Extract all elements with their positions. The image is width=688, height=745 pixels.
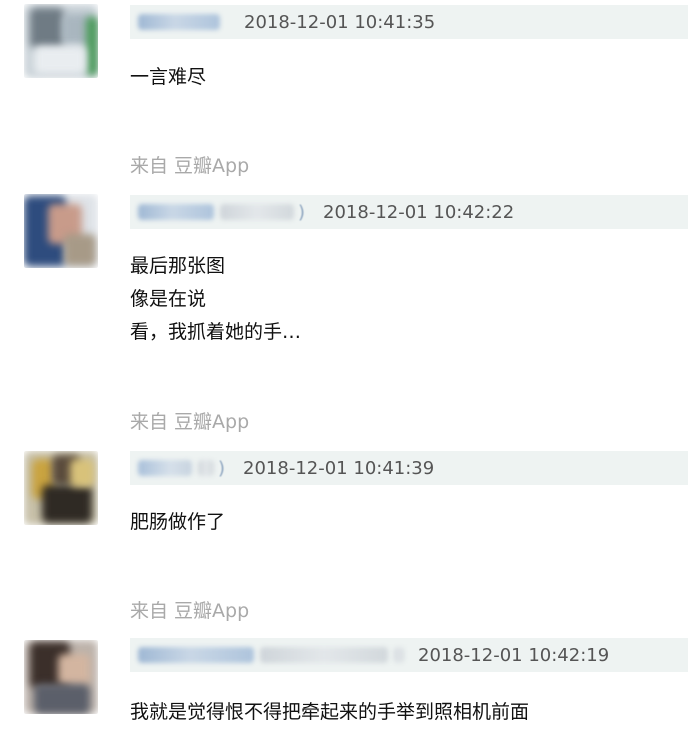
username[interactable] [138,204,214,220]
comment-line: 看，我抓着她的手… [130,321,302,343]
username-suffix [220,204,294,220]
username[interactable] [138,647,254,663]
comment-line: 我就是觉得恨不得把牵起来的手举到照相机前面 [130,701,530,723]
username[interactable] [138,460,192,476]
comment-meta-bar: 2018-12-01 10:41:35 [130,5,688,39]
comment-meta-bar: ) 2018-12-01 10:41:39 [130,451,688,485]
avatar[interactable] [24,194,98,268]
comment-source[interactable]: 来自 豆瓣App [130,151,249,178]
comment-body: 最后那张图 像是在说 看，我抓着她的手… [130,250,301,349]
comment-meta-bar: ) 2018-12-01 10:42:22 [130,195,688,229]
username-suffix [260,647,388,663]
comment-line: 最后那张图 [130,255,226,277]
username-suffix [198,460,214,476]
comment-source[interactable]: 来自 豆瓣App [130,596,249,623]
comment-line: 像是在说 [130,288,207,310]
comment-source[interactable]: 来自 豆瓣App [130,407,249,434]
comment-timestamp: 2018-12-01 10:41:39 [243,457,435,479]
comment-body: 我就是觉得恨不得把牵起来的手举到照相机前面 [130,696,529,729]
comment-timestamp: 2018-12-01 10:42:19 [418,644,610,666]
comment-timestamp: 2018-12-01 10:41:35 [244,11,436,33]
comment-timestamp: 2018-12-01 10:42:22 [323,201,515,223]
comment-body: 肥肠做作了 [130,506,225,539]
avatar[interactable] [24,451,98,525]
avatar[interactable] [24,640,98,714]
comment-line: 一言难尽 [130,66,207,88]
comment-meta-bar: 2018-12-01 10:42:19 [130,638,688,672]
avatar[interactable] [24,4,98,78]
comment-body: 一言难尽 [130,61,206,94]
username[interactable] [138,14,220,30]
comment-line: 肥肠做作了 [130,511,226,533]
